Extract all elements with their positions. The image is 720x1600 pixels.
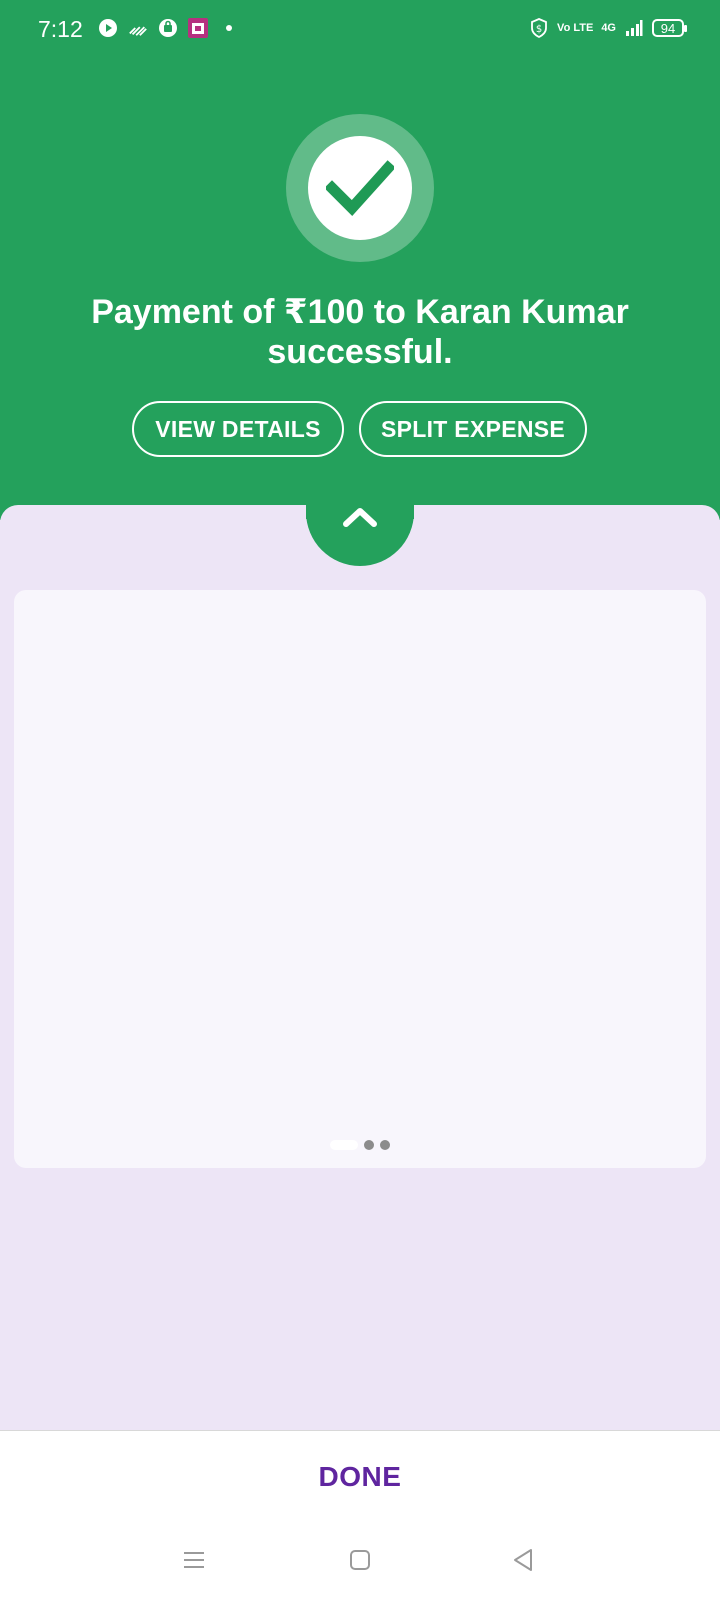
calendar-icon (188, 18, 208, 38)
promo-carousel-card[interactable] (14, 590, 706, 1168)
menu-icon (184, 1552, 204, 1568)
status-time: 7:12 (38, 16, 83, 42)
carousel-dot-active (330, 1140, 358, 1150)
status-left-icons (98, 18, 232, 38)
expand-sheet-button[interactable] (306, 458, 414, 566)
svg-text:$: $ (536, 24, 542, 35)
bag-icon (158, 18, 178, 38)
status-bar: 7:12 $ Vo LTE 4G 94 (0, 0, 720, 64)
recent-apps-button[interactable] (174, 1540, 214, 1580)
play-icon (98, 18, 118, 38)
carousel-dot (364, 1140, 374, 1150)
battery-level: 94 (660, 20, 676, 36)
split-expense-button[interactable]: SPLIT EXPENSE (359, 401, 587, 457)
dot-icon (226, 25, 232, 31)
back-triangle-icon (514, 1549, 532, 1571)
success-check-icon (308, 136, 412, 240)
chevron-up-icon (343, 508, 377, 527)
home-button[interactable] (340, 1540, 380, 1580)
status-right-icons: $ Vo LTE 4G 94 (529, 18, 687, 38)
payment-success-message: Payment of ₹100 to Karan Kumar successfu… (91, 293, 629, 371)
carousel-indicator (330, 1140, 390, 1150)
view-details-button[interactable]: VIEW DETAILS (132, 401, 344, 457)
back-button[interactable] (503, 1540, 543, 1580)
system-navigation-bar (0, 1540, 720, 1590)
battery-icon: 94 (652, 19, 687, 37)
carousel-dot (380, 1140, 390, 1150)
home-square-icon (350, 1550, 370, 1570)
cellular-signal-icon (624, 18, 644, 38)
network-type: 4G (601, 22, 616, 34)
shield-dollar-icon: $ (529, 18, 549, 38)
done-button[interactable]: DONE (0, 1461, 720, 1493)
signal-waves-icon (128, 18, 148, 38)
volte-icon: Vo LTE (557, 22, 594, 34)
